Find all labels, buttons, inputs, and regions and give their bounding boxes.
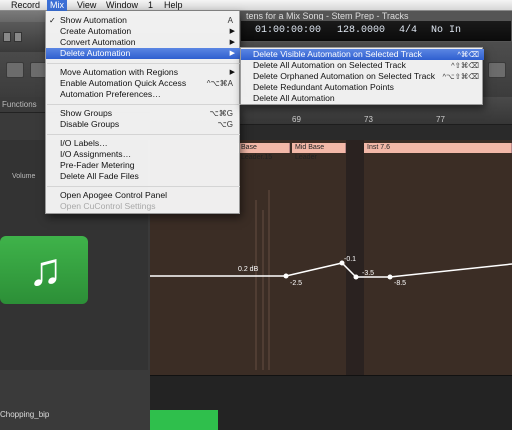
- menu-item-label: I/O Assignments…: [60, 149, 132, 159]
- submenu-item-delete-orphaned[interactable]: Delete Orphaned Automation on Selected T…: [241, 71, 484, 82]
- delete-automation-submenu: Delete Visible Automation on Selected Tr…: [240, 47, 484, 105]
- menu-item-convert-automation[interactable]: Convert Automation ▶: [46, 37, 241, 48]
- menu-item-shortcut: ⌥G: [217, 120, 233, 129]
- ruler-mark: 77: [436, 115, 445, 124]
- menu-item-label: Show Automation: [60, 15, 127, 25]
- menu-item-label: Delete All Automation on Selected Track: [253, 60, 406, 70]
- menu-item-label: Enable Automation Quick Access: [60, 78, 187, 88]
- menu-item-cucontrol-settings: Open CuControl Settings: [46, 201, 241, 212]
- menu-item-automation-preferences[interactable]: Automation Preferences…: [46, 89, 241, 100]
- menu-separator: [47, 63, 240, 64]
- volume-label: Volume: [12, 173, 36, 180]
- rewind-button[interactable]: [3, 32, 11, 42]
- menu-item-label: Delete Automation: [60, 48, 131, 58]
- menu-item-label: Open Apogee Control Panel: [60, 190, 168, 200]
- menu-item-label: Move Automation with Regions: [60, 67, 178, 77]
- lcd-display: 01:00:00:00 128.0000 4/4 No In: [240, 20, 512, 42]
- submenu-arrow-icon: ▶: [229, 69, 235, 76]
- menu-item-disable-groups[interactable]: Disable Groups ⌥G: [46, 119, 241, 130]
- menu-item-label: Automation Preferences…: [60, 89, 161, 99]
- menu-item-label: Show Groups: [60, 108, 113, 118]
- menu-item-label: Create Automation: [60, 26, 132, 36]
- submenu-arrow-icon: ▶: [229, 39, 235, 46]
- menu-item-move-automation[interactable]: Move Automation with Regions ▶: [46, 67, 241, 78]
- menu-item-show-groups[interactable]: Show Groups ⌥⌘G: [46, 108, 241, 119]
- menu-item-label: Convert Automation: [60, 37, 136, 47]
- menu-item-label: Delete All Fade Files: [60, 171, 139, 181]
- menu-item-label: Delete Visible Automation on Selected Tr…: [253, 49, 422, 59]
- track-name[interactable]: Chopping_bip: [0, 410, 49, 419]
- menu-item-delete-fade-files[interactable]: Delete All Fade Files: [46, 171, 241, 182]
- menu-item-enable-quick-access[interactable]: Enable Automation Quick Access ^⌥⌘A: [46, 78, 241, 89]
- music-note-icon: ♫: [28, 243, 63, 295]
- submenu-item-delete-all[interactable]: Delete All Automation: [241, 93, 484, 104]
- menu-1[interactable]: 1: [145, 0, 156, 11]
- menu-window[interactable]: Window: [103, 0, 141, 11]
- ruler-mark: 69: [292, 115, 301, 124]
- submenu-item-delete-all-on-track[interactable]: Delete All Automation on Selected Track …: [241, 60, 484, 71]
- menu-item-delete-automation[interactable]: Delete Automation ▶: [46, 48, 241, 59]
- track-icon[interactable]: ♫: [0, 236, 88, 304]
- menu-item-shortcut: ⌥⌘G: [209, 109, 233, 118]
- automation-value: 0.2 dB: [238, 266, 259, 273]
- menu-item-label: Disable Groups: [60, 119, 120, 129]
- submenu-arrow-icon: ▶: [229, 28, 235, 35]
- automation-value: -2.5: [290, 280, 303, 287]
- automation-value: -0.1: [344, 256, 357, 263]
- lcd-signature: 4/4: [399, 25, 418, 36]
- checkmark-icon: ✓: [49, 16, 56, 25]
- menu-help[interactable]: Help: [161, 0, 186, 11]
- menu-view[interactable]: View: [74, 0, 99, 11]
- mix-menu: ✓ Show Automation A Create Automation ▶ …: [45, 11, 241, 214]
- menu-item-show-automation[interactable]: ✓ Show Automation A: [46, 15, 241, 26]
- automation-value: -3.5: [362, 270, 375, 277]
- menu-item-shortcut: ^⌘⌫: [457, 50, 479, 59]
- submenu-item-delete-redundant[interactable]: Delete Redundant Automation Points: [241, 82, 484, 93]
- submenu-item-delete-visible[interactable]: Delete Visible Automation on Selected Tr…: [241, 49, 484, 60]
- menu-item-shortcut: ^⌥⇧⌘⌫: [442, 72, 479, 81]
- lcd-time: 01:00:00:00: [255, 25, 322, 36]
- menu-separator: [47, 134, 240, 135]
- menu-item-apogee-control-panel[interactable]: Open Apogee Control Panel: [46, 190, 241, 201]
- menu-item-pre-fader-metering[interactable]: Pre-Fader Metering: [46, 160, 241, 171]
- menu-mix[interactable]: Mix: [47, 0, 67, 11]
- transport-controls: [0, 22, 46, 52]
- menu-item-label: Delete All Automation: [253, 93, 335, 103]
- menu-item-label: Delete Redundant Automation Points: [253, 82, 394, 92]
- menu-separator: [47, 104, 240, 105]
- forward-button[interactable]: [14, 32, 22, 42]
- functions-label[interactable]: Functions: [2, 100, 37, 109]
- menu-bar: Record Mix View Window 1 Help: [0, 0, 512, 11]
- lcd-tempo: 128.0000: [337, 25, 386, 36]
- menu-item-label: Pre-Fader Metering: [60, 160, 135, 170]
- menu-item-shortcut: ^⇧⌘⌫: [451, 61, 479, 70]
- lcd-input: No In: [431, 25, 462, 36]
- menu-item-io-assignments[interactable]: I/O Assignments…: [46, 149, 241, 160]
- menu-separator: [47, 186, 240, 187]
- menu-item-label: Open CuControl Settings: [60, 201, 156, 211]
- ruler-mark: 73: [364, 115, 373, 124]
- menu-record[interactable]: Record: [8, 0, 43, 11]
- menu-item-shortcut: A: [227, 16, 233, 25]
- submenu-arrow-icon: ▶: [229, 50, 235, 57]
- mixer-icon[interactable]: [6, 62, 24, 78]
- menu-item-label: Delete Orphaned Automation on Selected T…: [253, 71, 436, 81]
- toolbar-right-icon[interactable]: [488, 62, 506, 78]
- menu-item-io-labels[interactable]: I/O Labels…: [46, 138, 241, 149]
- menu-item-create-automation[interactable]: Create Automation ▶: [46, 26, 241, 37]
- automation-value: -8.5: [394, 280, 407, 287]
- audio-region[interactable]: [150, 410, 218, 430]
- menu-item-label: I/O Labels…: [60, 138, 108, 148]
- menu-item-shortcut: ^⌥⌘A: [206, 79, 233, 88]
